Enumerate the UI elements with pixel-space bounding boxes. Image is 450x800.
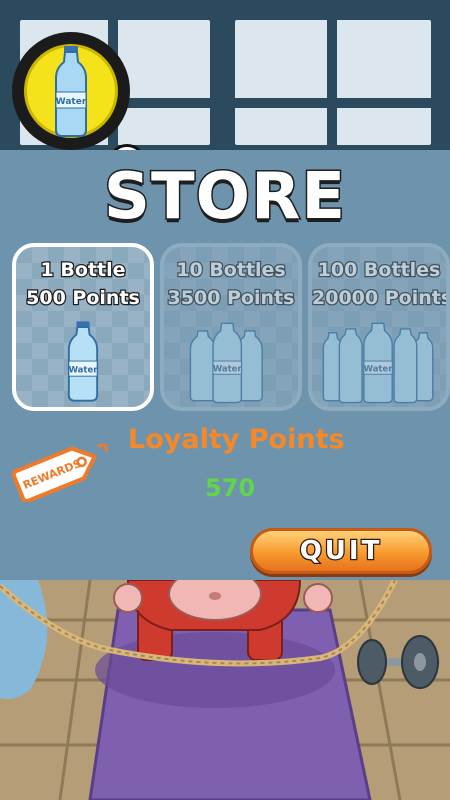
quit-button[interactable]: QUIT [250, 528, 432, 574]
bottle-counter: Water 0 [12, 32, 146, 182]
store-item-100-bottles[interactable]: 100 Bottles 20000 Points Water [308, 243, 450, 411]
water-bottles-icon: Water [189, 322, 263, 404]
quit-button-label: QUIT [298, 535, 383, 568]
item-quantity: 10 Bottles [175, 258, 287, 283]
gym-scene [0, 580, 450, 800]
store-item-1-bottle[interactable]: 1 Bottle 500 Points Water [12, 243, 154, 411]
loyalty-points-value: 570 [205, 474, 256, 502]
gym-floor-illustration [0, 580, 450, 800]
store-item-10-bottles[interactable]: 10 Bottles 3500 Points Water [160, 243, 302, 411]
item-price: 20000 Points [312, 286, 450, 311]
svg-text:Water: Water [213, 364, 243, 374]
item-price: 500 Points [25, 286, 141, 311]
water-bottle-icon: Water [67, 321, 99, 402]
water-bottle-icon: Water [55, 46, 87, 137]
item-quantity: 100 Bottles [316, 258, 441, 283]
water-bottles-icon: Water [322, 322, 434, 404]
item-price: 3500 Points [166, 286, 295, 311]
svg-text:Water: Water [364, 364, 394, 374]
item-quantity: 1 Bottle [39, 258, 126, 283]
rewards-tag-icon: REWARDS [12, 443, 108, 502]
bottle-label: Water [56, 97, 87, 107]
svg-text:Water: Water [69, 365, 99, 375]
loyalty-points-label: Loyalty Points [128, 424, 345, 455]
store-title: STORE [102, 159, 347, 236]
